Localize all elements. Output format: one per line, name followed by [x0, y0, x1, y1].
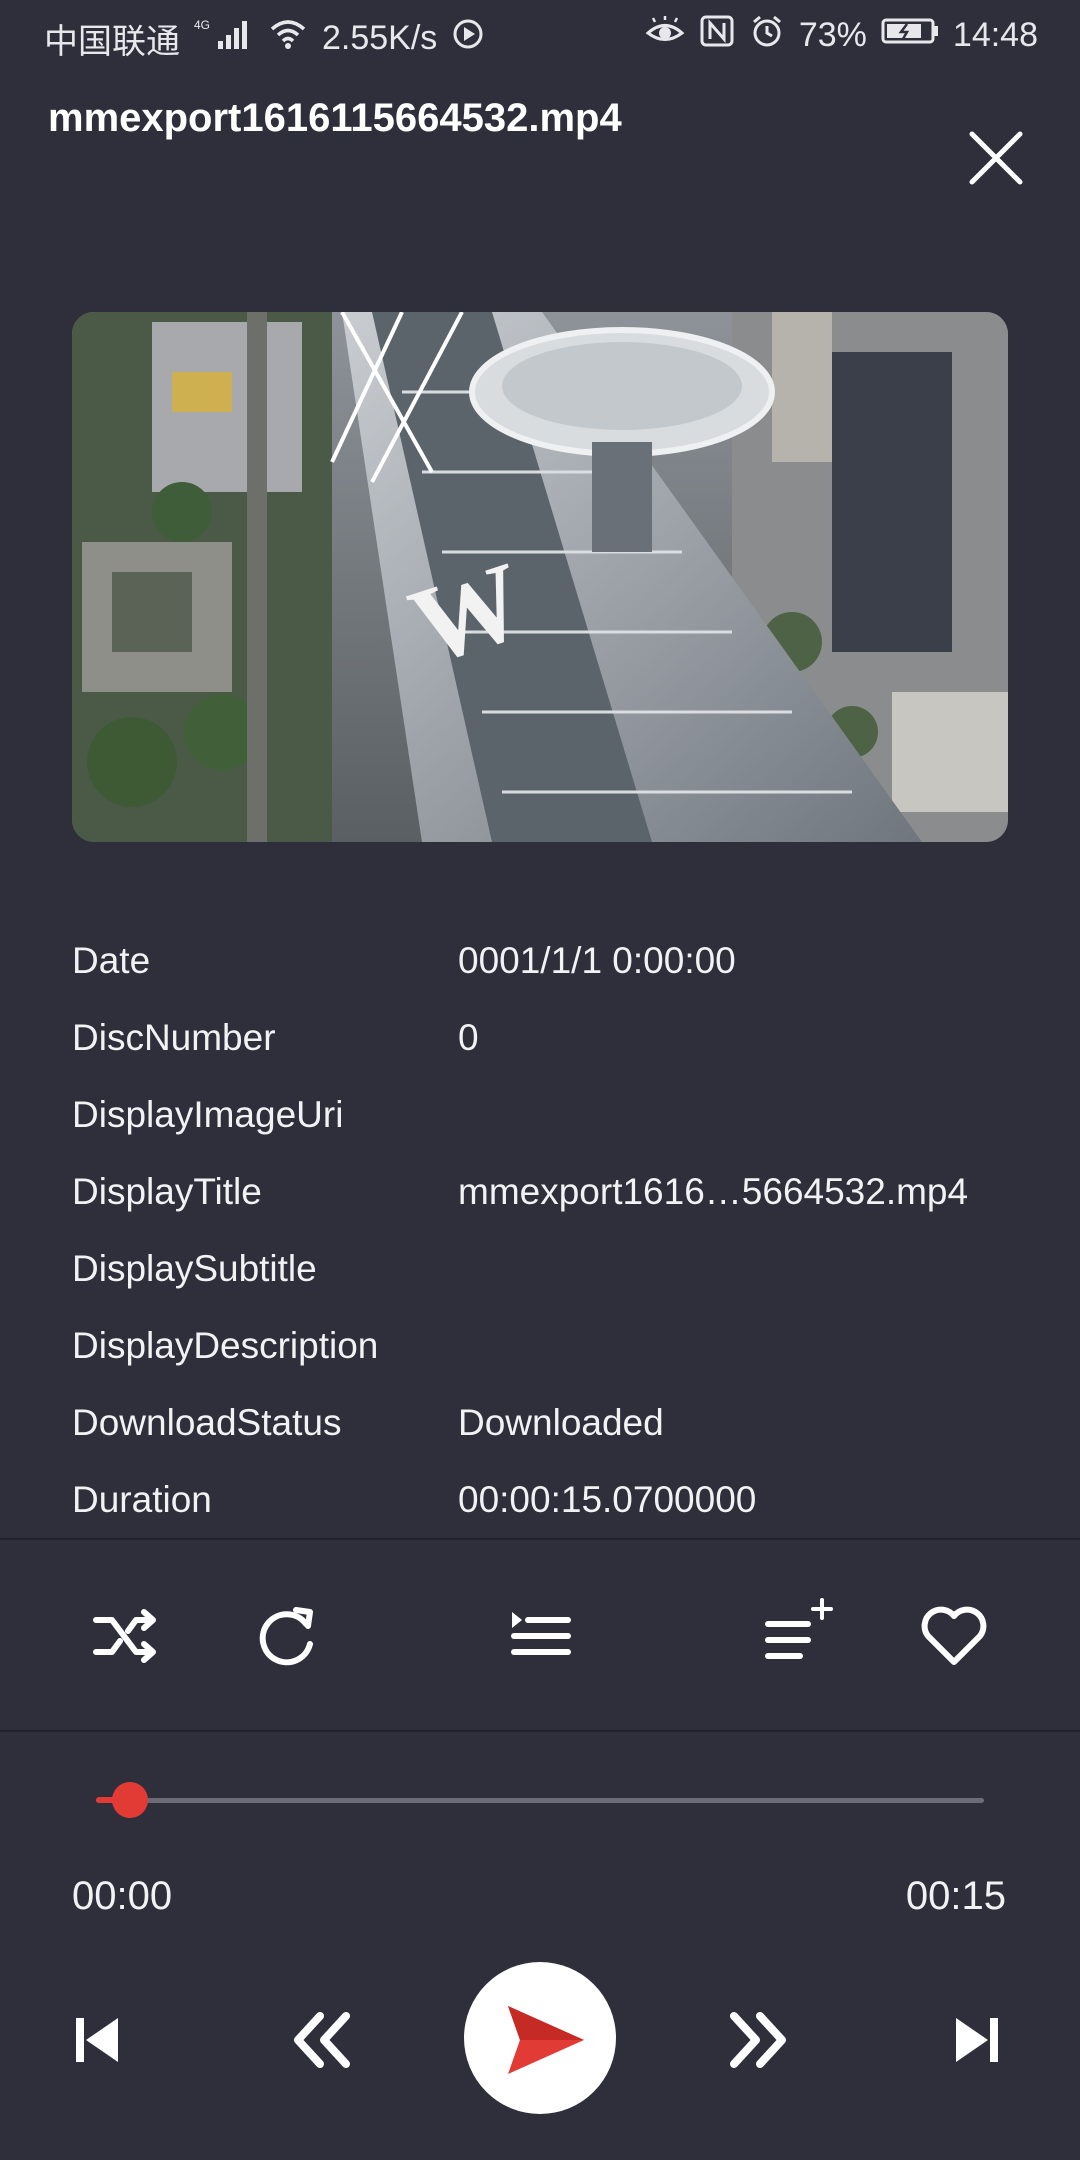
close-button[interactable]: [962, 124, 1030, 192]
wifi-icon: [268, 17, 308, 60]
fast-forward-icon: [730, 2012, 786, 2068]
property-row: DownloadStatus Downloaded: [72, 1392, 1032, 1469]
property-key: DisplayDescription: [72, 1325, 379, 1366]
skip-next-icon: [956, 2018, 998, 2062]
clock-time: 14:48: [952, 16, 1038, 54]
add-to-playlist-button[interactable]: [756, 1596, 836, 1676]
skip-next-button[interactable]: [948, 2012, 1004, 2068]
property-value: mmexport1616…5664532.mp4: [458, 1171, 969, 1212]
skip-previous-button[interactable]: [70, 2012, 126, 2068]
current-time: 00:00: [72, 1874, 173, 1918]
property-row: Date 0001/1/1 0:00:00: [72, 930, 1032, 1007]
property-key: DisplaySubtitle: [72, 1248, 317, 1289]
eye-icon: [645, 14, 685, 57]
heart-icon: [921, 1606, 987, 1665]
queue-icon: [511, 1612, 571, 1655]
queue-button[interactable]: [500, 1596, 580, 1676]
close-icon: [969, 131, 1023, 185]
alarm-icon: [749, 14, 785, 57]
favorite-button[interactable]: [914, 1596, 994, 1676]
property-value: Downloaded: [458, 1402, 664, 1443]
seek-bar[interactable]: [96, 1780, 984, 1820]
property-row: DisplaySubtitle: [72, 1238, 1032, 1315]
property-row: DisplayDescription: [72, 1315, 1032, 1392]
seek-thumb[interactable]: [112, 1782, 148, 1818]
rewind-button[interactable]: [290, 2008, 354, 2072]
page-title: mmexport1616115664532.mp4: [48, 96, 622, 140]
play-button[interactable]: [464, 1962, 616, 2114]
fast-forward-button[interactable]: [726, 2008, 790, 2072]
network-type-label: 4G: [194, 18, 210, 32]
property-value: 00:00:15.0700000: [458, 1479, 757, 1520]
property-key: Date: [72, 940, 151, 981]
property-key: DisplayImageUri: [72, 1094, 344, 1135]
add-to-playlist-icon: [765, 1598, 833, 1659]
property-key: DisplayTitle: [72, 1171, 262, 1212]
shuffle-icon: [93, 1609, 156, 1663]
video-thumbnail[interactable]: W: [72, 312, 1008, 842]
repeat-button[interactable]: [248, 1596, 328, 1676]
seek-track: [96, 1798, 984, 1803]
nfc-icon: [699, 14, 735, 57]
property-row: DisplayImageUri: [72, 1084, 1032, 1161]
total-time: 00:15: [905, 1874, 1006, 1918]
property-value: 0: [458, 1017, 479, 1058]
property-key: DownloadStatus: [72, 1402, 342, 1443]
network-speed: 2.55K/s: [322, 19, 438, 57]
shuffle-button[interactable]: [86, 1596, 166, 1676]
properties-list: Date 0001/1/1 0:00:00 DiscNumber 0 DisplayIm…: [72, 930, 1032, 1546]
play-icon: [508, 2006, 584, 2074]
rewind-icon: [294, 2012, 350, 2068]
signal-icon: 4G: [194, 17, 254, 60]
property-row: DisplayTitle mmexport1616…5664532.mp4: [72, 1161, 1032, 1238]
media-playing-icon: [451, 17, 485, 60]
skip-previous-icon: [76, 2018, 118, 2062]
battery-percent: 73%: [798, 16, 867, 54]
battery-icon: [881, 16, 939, 55]
thumbnail-image: W: [72, 312, 1008, 842]
action-toolbar: [0, 1538, 1080, 1732]
property-value: 0001/1/1 0:00:00: [458, 940, 736, 981]
property-row: DiscNumber 0: [72, 1007, 1032, 1084]
property-key: DiscNumber: [72, 1017, 276, 1058]
property-row: Duration 00:00:15.0700000: [72, 1469, 1032, 1546]
property-key: Duration: [72, 1479, 212, 1520]
repeat-icon: [259, 1607, 313, 1666]
carrier-label: 中国联通: [44, 23, 180, 61]
status-bar: 中国联通 4G 2.55K/s 73% 14:48: [0, 0, 1080, 72]
